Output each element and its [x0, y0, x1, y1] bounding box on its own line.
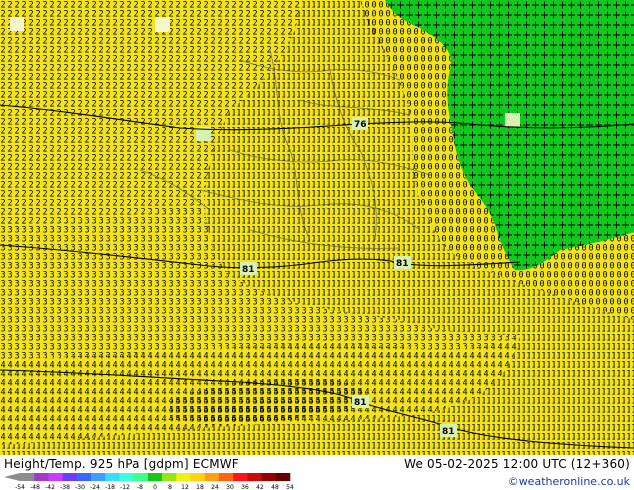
legend-swatch	[261, 473, 277, 481]
legend-swatch	[48, 473, 63, 481]
map-title: Height/Temp. 925 hPa [gdpm] ECMWF	[4, 457, 239, 471]
contour-label: 81	[396, 259, 409, 269]
legend-tick: -42	[45, 484, 55, 490]
legend-swatch	[20, 473, 35, 481]
weather-map: 0 1 2 3 4 5 6	[0, 0, 634, 455]
legend-swatch	[190, 473, 206, 481]
legend-tick: 12	[181, 484, 189, 490]
valid-time: We 05-02-2025 12:00 UTC (12+360)	[404, 457, 630, 471]
legend-swatch	[176, 473, 191, 481]
legend-swatch	[105, 473, 120, 481]
legend-swatch	[91, 473, 106, 481]
legend-swatch	[233, 473, 248, 481]
legend-tick: 48	[271, 484, 279, 490]
legend-tick: 0	[153, 484, 157, 490]
legend-tick: -12	[120, 484, 130, 490]
legend-tick: 42	[256, 484, 264, 490]
legend-swatch	[204, 473, 220, 481]
legend-swatch	[34, 473, 49, 481]
legend-swatch	[247, 473, 262, 481]
legend-tick: -30	[75, 484, 85, 490]
legend-tick: 54	[286, 484, 294, 490]
legend-swatch	[147, 473, 163, 481]
legend-min-arrow	[4, 473, 20, 481]
legend-swatch	[275, 473, 291, 481]
legend-tick: -18	[105, 484, 115, 490]
legend-tick: -48	[30, 484, 40, 490]
legend-tick: -54	[15, 484, 25, 490]
legend-tick: 30	[226, 484, 234, 490]
contour-label: 81	[354, 398, 367, 408]
legend-swatch	[62, 473, 78, 481]
legend-swatch	[162, 473, 177, 481]
map-footer: Height/Temp. 925 hPa [gdpm] ECMWF We 05-…	[0, 455, 634, 490]
color-legend: -54 -48 -42 -38 -30 -24 -18 -12 -8 0 8 12 18 24 30 36 42…	[4, 473, 294, 490]
legend-tick: 24	[211, 484, 219, 490]
legend-swatch	[133, 473, 149, 481]
site-credit-link[interactable]: ©weatheronline.co.uk	[508, 475, 630, 488]
legend-swatch	[119, 473, 134, 481]
contour-label: 81	[442, 427, 455, 437]
legend-tick: -8	[137, 484, 143, 490]
legend-swatch	[218, 473, 234, 481]
legend-swatch	[76, 473, 92, 481]
legend-tick: 36	[241, 484, 249, 490]
legend-tick: 18	[196, 484, 204, 490]
legend-tick: -24	[90, 484, 100, 490]
map-canvas: 0 1 2 3 4 5 6	[0, 0, 634, 455]
contour-label: 81	[242, 265, 255, 275]
legend-tick: -38	[60, 484, 70, 490]
contour-label: 76	[354, 120, 367, 130]
legend-tick: 8	[168, 484, 172, 490]
